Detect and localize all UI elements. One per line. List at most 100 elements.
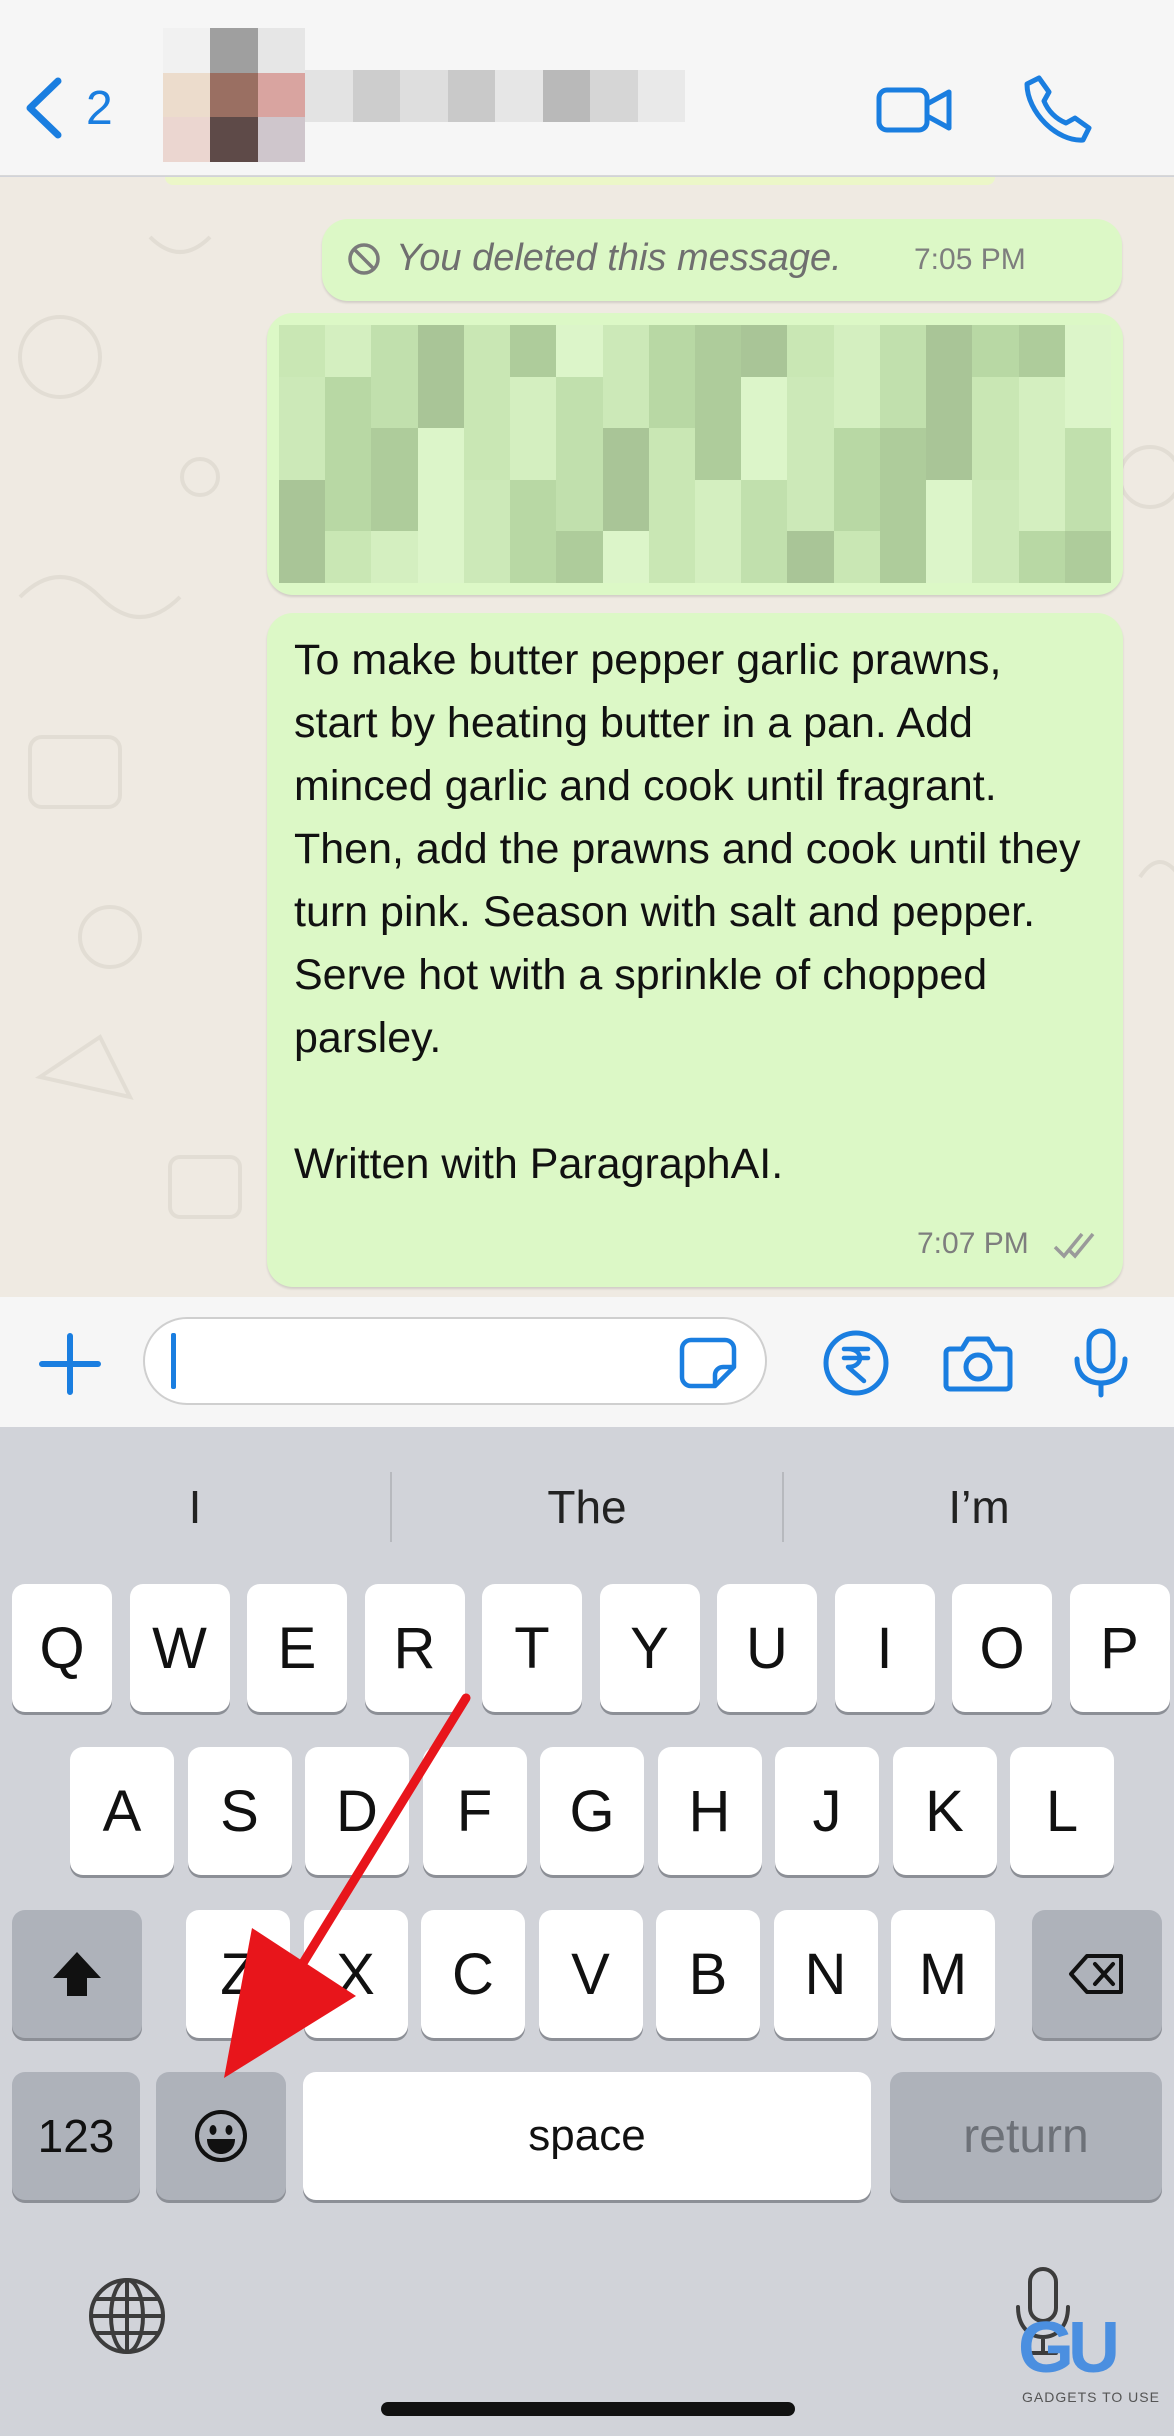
phone-icon[interactable]	[1017, 70, 1097, 150]
key-e[interactable]: E	[247, 1584, 347, 1712]
suggestion-item[interactable]: I’m	[784, 1457, 1174, 1557]
message-input-bar	[0, 1297, 1174, 1427]
pixel-block	[325, 479, 372, 532]
pixel-block	[463, 376, 511, 429]
pixel-block	[1018, 531, 1065, 583]
key-l[interactable]: L	[1010, 1747, 1114, 1875]
pixel-block	[1064, 479, 1111, 532]
pixel-block	[694, 531, 742, 583]
message-time: 7:07 PM	[917, 1227, 1029, 1260]
pixel-block	[279, 325, 326, 377]
pixel-block	[926, 376, 973, 429]
home-indicator[interactable]	[381, 2402, 795, 2416]
pixel-block	[602, 479, 649, 532]
pixel-block	[463, 531, 511, 583]
key-q[interactable]: Q	[12, 1584, 112, 1712]
suggestion-item[interactable]: The	[392, 1457, 782, 1557]
pixel-block	[833, 376, 880, 429]
key-f[interactable]: F	[422, 1747, 527, 1875]
key-x[interactable]: X	[303, 1910, 408, 2038]
deleted-message-text: You deleted this message.	[396, 237, 842, 279]
pixel-block	[833, 479, 880, 532]
plus-icon[interactable]	[38, 1332, 102, 1396]
pixel-block	[787, 531, 834, 583]
key-p[interactable]: P	[1069, 1584, 1170, 1712]
recipe-message-bubble[interactable]: To make butter pepper garlic prawns, sta…	[267, 613, 1123, 1287]
backspace-key[interactable]	[1032, 1910, 1162, 2038]
pixel-block	[926, 479, 973, 532]
key-v[interactable]: V	[538, 1910, 643, 2038]
chat-area[interactable]: You deleted this message. 7:05 PM To mak…	[0, 177, 1174, 1297]
sticker-icon[interactable]	[679, 1337, 737, 1389]
obscured-message-bubble[interactable]	[267, 313, 1123, 595]
message-input[interactable]	[143, 1317, 767, 1405]
pixel-block	[1018, 325, 1065, 377]
key-y[interactable]: Y	[599, 1584, 700, 1712]
key-o[interactable]: O	[952, 1584, 1052, 1712]
pixel-block	[648, 376, 695, 429]
deleted-icon	[348, 243, 380, 275]
deleted-message-bubble[interactable]: You deleted this message. 7:05 PM	[322, 219, 1122, 301]
numbers-key[interactable]: 123	[12, 2072, 140, 2200]
back-button[interactable]: 2	[22, 68, 132, 148]
return-key[interactable]: return	[890, 2072, 1162, 2200]
key-d[interactable]: D	[305, 1747, 409, 1875]
pixel-block	[510, 428, 557, 480]
key-b[interactable]: B	[656, 1910, 760, 2038]
pixel-block	[741, 428, 788, 480]
key-a[interactable]: A	[70, 1747, 174, 1875]
previous-message-edge	[165, 177, 995, 185]
space-key[interactable]: space	[303, 2072, 871, 2200]
message-time: 7:05 PM	[914, 243, 1026, 276]
key-w[interactable]: W	[129, 1584, 230, 1712]
pixel-block	[972, 376, 1019, 429]
suggestion-item[interactable]: I	[0, 1457, 390, 1557]
pixel-block	[417, 428, 464, 480]
suggestion-bar: I The I’m	[0, 1457, 1174, 1557]
microphone-icon[interactable]	[1065, 1327, 1137, 1399]
rupee-icon[interactable]	[820, 1327, 892, 1399]
pixel-block	[463, 325, 511, 377]
video-call-icon[interactable]	[875, 70, 955, 150]
pixel-block	[879, 428, 927, 480]
pixel-block	[787, 325, 834, 377]
pixel-block	[325, 325, 372, 377]
shift-key[interactable]	[12, 1910, 142, 2038]
pixel-block	[972, 428, 1019, 480]
key-m[interactable]: M	[891, 1910, 995, 2038]
key-s[interactable]: S	[187, 1747, 292, 1875]
pixel-block	[741, 325, 788, 377]
pixel-block	[648, 325, 695, 377]
emoji-key[interactable]	[156, 2072, 286, 2200]
pixel-block	[879, 376, 927, 429]
pixel-block	[926, 531, 973, 583]
key-c[interactable]: C	[421, 1910, 525, 2038]
key-j[interactable]: J	[775, 1747, 879, 1875]
pixel-block	[325, 428, 372, 480]
key-g[interactable]: G	[540, 1747, 644, 1875]
key-n[interactable]: N	[773, 1910, 878, 2038]
pixel-block	[371, 531, 418, 583]
pixel-block	[325, 531, 372, 583]
globe-icon[interactable]	[86, 2275, 168, 2357]
contact-name-obscured[interactable]	[305, 70, 685, 122]
pixel-block	[510, 479, 557, 532]
key-r[interactable]: R	[364, 1584, 465, 1712]
pixel-block	[1064, 325, 1111, 377]
avatar[interactable]	[163, 28, 305, 162]
emoji-icon	[195, 2110, 247, 2162]
pixel-block	[833, 531, 880, 583]
key-z[interactable]: Z	[186, 1910, 290, 2038]
key-u[interactable]: U	[717, 1584, 817, 1712]
pixel-block	[556, 531, 603, 583]
key-h[interactable]: H	[657, 1747, 762, 1875]
pixel-block	[787, 376, 834, 429]
key-k[interactable]: K	[892, 1747, 997, 1875]
watermark-text: GADGETS TO USE	[1022, 2389, 1160, 2405]
pixel-block	[510, 531, 557, 583]
camera-icon[interactable]	[942, 1327, 1014, 1399]
pixel-block	[371, 428, 418, 480]
key-i[interactable]: I	[834, 1584, 935, 1712]
pixel-block	[833, 428, 880, 480]
key-t[interactable]: T	[482, 1584, 582, 1712]
